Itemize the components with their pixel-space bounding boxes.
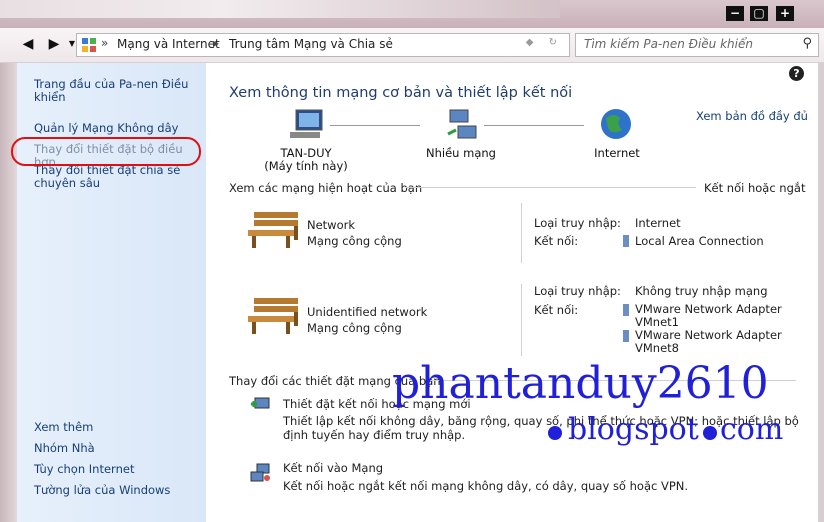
computer-icon xyxy=(290,109,323,138)
watermark-dot xyxy=(703,426,717,440)
search-input[interactable]: Tìm kiếm Pa-nen Điều khiển ⚲ xyxy=(575,33,819,57)
sidebar-item-homegroup[interactable]: Nhóm Nhà xyxy=(34,442,200,455)
control-panel-icon xyxy=(82,38,96,52)
node-computer-sub: (Máy tính này) xyxy=(264,159,348,173)
highlight-circle xyxy=(11,137,201,166)
title-bar xyxy=(0,0,824,28)
sidebar: Trang đầu của Pa-nen Điều khiển Quản lý … xyxy=(17,63,206,522)
new-connection-icon xyxy=(251,397,270,409)
forward-arrow-icon[interactable]: ▶ xyxy=(45,36,63,52)
watermark-dot xyxy=(548,426,562,440)
watermark-line1: phantanduy2610 xyxy=(392,358,769,409)
map-connector xyxy=(330,125,420,126)
watermark-line2-blogspot: blogspot xyxy=(568,412,699,447)
address-bar[interactable]: » Mạng và Internet ▸ Trung tâm Mạng và C… xyxy=(76,33,570,57)
sidebar-home-link[interactable]: Trang đầu của Pa-nen Điều khiển xyxy=(34,78,200,104)
divider xyxy=(521,284,522,356)
connections-label: Kết nối: xyxy=(534,234,579,248)
refresh-icon[interactable]: ◆ ↻ xyxy=(526,37,563,48)
search-icon[interactable]: ⚲ xyxy=(802,36,812,51)
maximize-button[interactable]: ▢ xyxy=(750,6,768,21)
sidebar-item-internet-options[interactable]: Tùy chọn Internet xyxy=(34,463,200,476)
page-title: Xem thông tin mạng cơ bản và thiết lập k… xyxy=(229,85,573,101)
network-2-name: Unidentified network xyxy=(307,305,428,319)
access-type-label: Loại truy nhập: xyxy=(534,284,621,298)
globe-icon xyxy=(601,109,631,139)
connection-vmnet8[interactable]: VMware Network Adapter VMnet8 xyxy=(635,329,782,355)
search-placeholder: Tìm kiếm Pa-nen Điều khiển xyxy=(584,37,753,51)
window-left-border xyxy=(0,63,17,522)
minimize-button[interactable]: − xyxy=(726,6,744,21)
full-map-link[interactable]: Xem bản đồ đầy đủ xyxy=(696,109,808,123)
back-arrow-icon[interactable]: ◀ xyxy=(19,36,37,52)
sidebar-item-wireless[interactable]: Quản lý Mạng Không dây xyxy=(34,122,200,135)
breadcrumb-network-internet[interactable]: Mạng và Internet xyxy=(117,37,220,51)
connection-vmnet1[interactable]: VMware Network Adapter VMnet1 xyxy=(635,303,782,329)
node-computer-name: TAN-DUY xyxy=(280,146,332,160)
access-type-value: Không truy nhập mạng xyxy=(635,284,768,298)
watermark-line2-com: com xyxy=(720,412,784,447)
access-type-value: Internet xyxy=(635,216,681,230)
network-icon xyxy=(447,109,477,139)
connect-disconnect-link[interactable]: Kết nối hoặc ngắt xyxy=(704,181,805,195)
close-button[interactable]: + xyxy=(776,6,794,21)
node-multiple-networks: Nhiều mạng xyxy=(426,146,496,160)
node-internet[interactable]: Internet xyxy=(567,146,667,160)
access-type-label: Loại truy nhập: xyxy=(534,216,621,230)
network-1-type-link[interactable]: Mạng công cộng xyxy=(307,234,402,248)
breadcrumb-chevron-icon[interactable]: » xyxy=(101,36,108,50)
network-2-type-link[interactable]: Mạng công cộng xyxy=(307,321,402,335)
divider xyxy=(521,203,522,263)
help-icon[interactable]: ? xyxy=(789,66,804,81)
toolbar: ◀ ▶ ▼ » Mạng và Internet ▸ Trung tâm Mạn… xyxy=(0,28,824,63)
breadcrumb-network-center[interactable]: Trung tâm Mạng và Chia sẻ xyxy=(229,37,393,51)
ethernet-icon xyxy=(623,304,629,316)
task-connect-network-desc: Kết nối hoặc ngắt kết nối mạng không dây… xyxy=(283,479,689,493)
see-also-heading: Xem thêm xyxy=(34,420,94,434)
sidebar-item-firewall[interactable]: Tường lửa của Windows xyxy=(34,484,200,497)
public-network-icon xyxy=(248,212,298,248)
task-connect-network-link[interactable]: Kết nối vào Mạng xyxy=(283,461,383,475)
network-1-name: Network xyxy=(307,218,356,232)
map-connector xyxy=(484,125,584,126)
connect-network-icon xyxy=(250,463,270,482)
public-network-icon xyxy=(248,298,298,334)
ethernet-icon xyxy=(623,235,629,247)
active-networks-heading: Xem các mạng hiện hoạt của bạn xyxy=(229,181,423,195)
window-right-border xyxy=(818,63,824,522)
connections-label: Kết nối: xyxy=(534,303,579,317)
breadcrumb-chevron-icon[interactable]: ▸ xyxy=(213,36,219,50)
sidebar-item-sharing[interactable]: Thay đổi thiết đặt chia sẻ chuyên sâu xyxy=(34,164,200,190)
connection-local-area[interactable]: Local Area Connection xyxy=(635,234,764,248)
ethernet-icon xyxy=(623,330,629,342)
divider xyxy=(406,187,696,188)
